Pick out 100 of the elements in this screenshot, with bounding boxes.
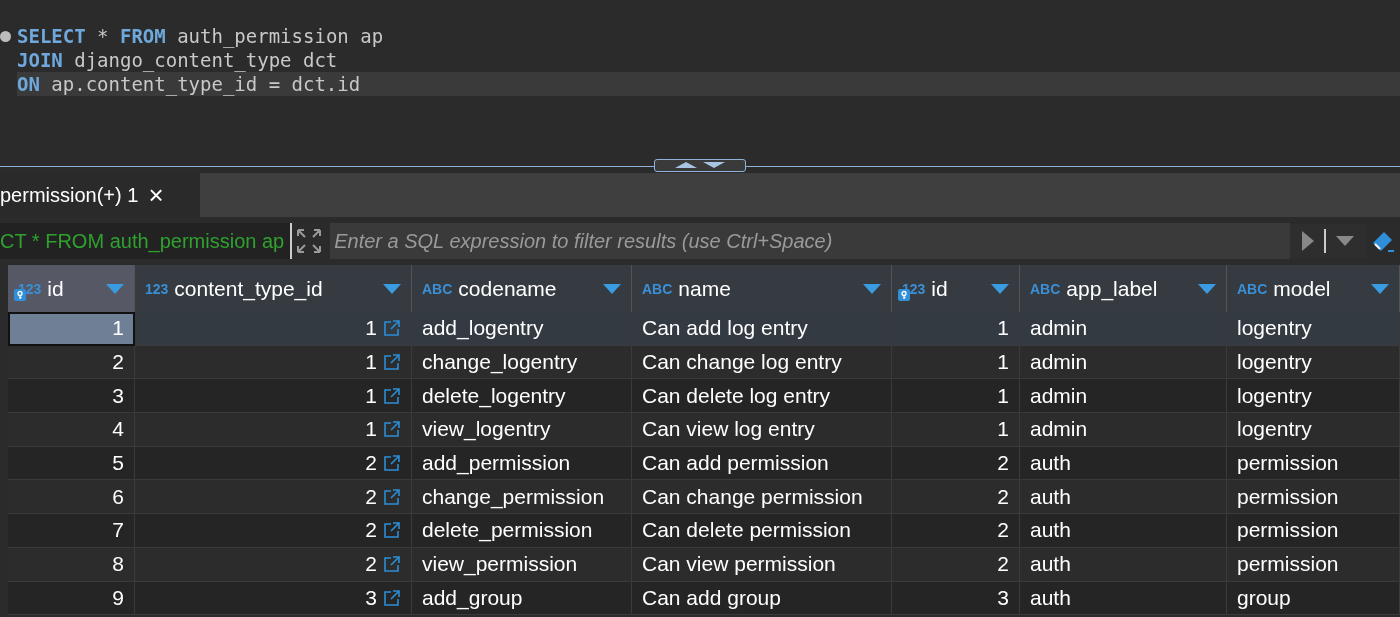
table-cell: permission [1227,480,1400,515]
table-cell: delete_logentry [412,379,632,414]
table-cell: 2 [892,514,1020,548]
sort-caret-icon[interactable] [383,283,401,294]
table-cell: 2 [892,547,1020,582]
type-label: 123 [145,280,169,297]
column-header[interactable]: ABC codename [412,265,632,312]
table-cell: auth [1020,581,1227,616]
table-cell: 1 [135,379,412,414]
type-label: ABC [1030,280,1061,297]
table-cell: Can view log entry [632,413,892,447]
filter-field[interactable]: Enter a SQL expression to filter results (use Ctrl+Space) [330,223,1290,259]
table-cell: permission [1227,514,1400,548]
link-icon[interactable] [383,386,401,405]
column-name: name [678,276,732,301]
query-text: CT * FROM auth_permission ap [0,223,293,259]
table-cell: logentry [1227,379,1400,414]
table-cell: Can add log entry [632,312,892,346]
column-name: model [1273,276,1332,301]
sort-caret-icon[interactable] [1371,283,1389,294]
table-cell: auth [1020,514,1227,548]
sort-caret-icon[interactable] [863,283,881,294]
table-cell: delete_permission [412,514,632,548]
table-cell: auth [1020,480,1227,515]
table-cell: 1 [135,345,412,380]
table-cell: add_permission [412,446,632,481]
table-cell: 2 [892,446,1020,481]
table-cell: 1 [892,413,1020,447]
table-cell: change_logentry [412,345,632,380]
table-cell: 7 [8,514,135,548]
table-cell: Can view permission [632,547,892,582]
link-icon[interactable] [383,319,401,338]
column-name: app_label [1066,276,1159,301]
table-cell: 1 [8,312,135,346]
table-cell: Can change log entry [632,345,892,380]
column-header[interactable]: 123 content_type_id [135,265,412,312]
table-cell: 1 [135,413,412,447]
table-cell: 2 [135,514,412,548]
table-cell: 3 [135,581,412,616]
result-tab[interactable]: permission(+) 1 × [0,173,200,217]
table-cell: 2 [135,547,412,582]
table-cell: Can delete permission [632,514,892,548]
sort-caret-icon[interactable] [991,283,1009,294]
table-cell: 9 [8,581,135,616]
table-cell: 6 [8,480,135,515]
table-cell: admin [1020,312,1227,346]
link-icon[interactable] [383,521,401,540]
column-header[interactable]: ABC name [632,265,892,312]
splitter-handle[interactable] [654,158,746,172]
table-cell: Can add group [632,581,892,616]
table-cell: logentry [1227,345,1400,380]
link-icon[interactable] [383,555,401,574]
table-cell: add_logentry [412,312,632,346]
table-cell: 2 [135,446,412,481]
table-cell: admin [1020,379,1227,414]
table-cell: admin [1020,345,1227,380]
link-icon[interactable] [383,454,401,473]
table-cell: logentry [1227,413,1400,447]
table-cell: admin [1020,413,1227,447]
sort-caret-icon[interactable] [603,283,621,294]
table-cell: 1 [892,379,1020,414]
column-header[interactable]: ABC model [1227,265,1400,312]
table-cell: view_permission [412,547,632,582]
table-cell: 2 [8,345,135,380]
table-cell: permission [1227,446,1400,481]
table-cell: 3 [8,379,135,414]
column-name: id [47,276,65,301]
tab-label[interactable]: permission(+) 1 [0,183,139,207]
table-cell: 8 [8,547,135,582]
link-icon[interactable] [383,353,401,372]
table-cell: 1 [135,312,412,346]
fold-icon[interactable] [0,31,11,42]
link-icon[interactable] [383,588,401,607]
column-header[interactable]: ABC app_label [1020,265,1227,312]
table-cell: change_permission [412,480,632,515]
column-name: content_type_id [174,276,324,301]
table-cell: Can change permission [632,480,892,515]
table-cell: 2 [135,480,412,515]
table-cell: auth [1020,446,1227,481]
type-label: ABC [422,280,453,297]
table-cell: permission [1227,547,1400,582]
table-cell: 5 [8,446,135,481]
type-label: ABC [642,280,673,297]
table-cell: view_logentry [412,413,632,447]
link-icon[interactable] [383,420,401,439]
down-arrow-icon [703,162,725,168]
table-cell: 3 [892,581,1020,616]
table-cell: 1 [892,312,1020,346]
table-cell: add_group [412,581,632,616]
type-label: ABC [1237,280,1268,297]
up-arrow-icon [675,162,697,168]
table-cell: Can delete log entry [632,379,892,414]
table-cell: group [1227,581,1400,616]
link-icon[interactable] [383,487,401,506]
sort-caret-icon[interactable] [106,283,124,294]
sort-caret-icon[interactable] [1198,283,1216,294]
table-cell: 4 [8,413,135,447]
column-name: codename [458,276,558,301]
close-button[interactable]: × [148,182,164,208]
column-name: id [931,276,949,301]
